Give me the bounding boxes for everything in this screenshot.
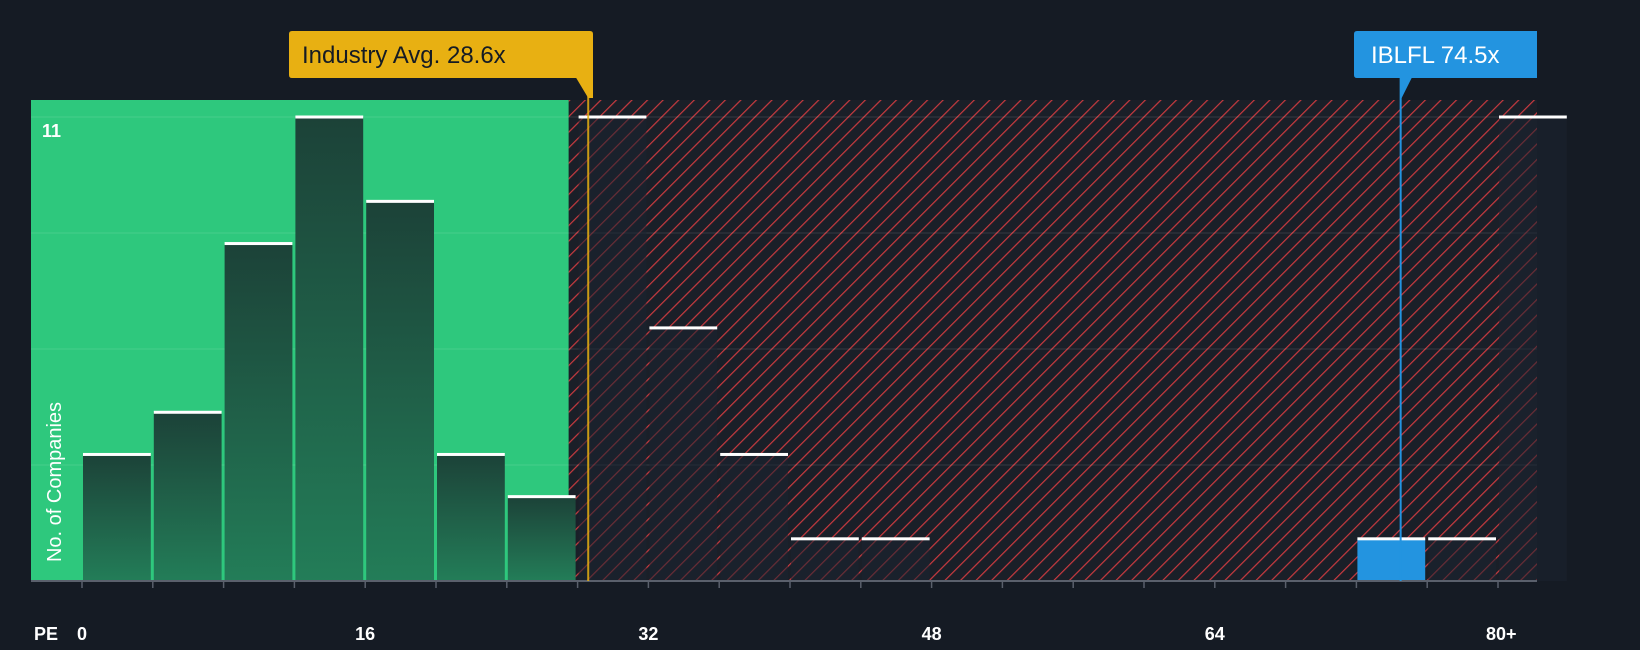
histogram-bar — [861, 538, 930, 581]
company-pe-label: IBLFL 74.5x — [1371, 42, 1500, 69]
histogram-bar — [1428, 538, 1496, 581]
histogram-bar-cap — [83, 452, 151, 456]
histogram-bar-cap — [366, 199, 434, 203]
histogram-bar — [507, 496, 576, 581]
histogram-bar — [83, 454, 151, 581]
histogram-bar — [1357, 538, 1426, 581]
histogram-bar — [791, 538, 859, 581]
histogram-bar — [437, 454, 505, 581]
histogram-bar-cap — [791, 537, 859, 541]
histogram-bar-cap — [507, 495, 576, 499]
histogram-bar — [366, 201, 434, 581]
histogram-bar-cap — [1357, 537, 1426, 541]
x-tick-label: 80+ — [1486, 624, 1517, 644]
histogram-bar-cap — [720, 452, 788, 456]
histogram-bar — [649, 327, 718, 581]
histogram-bar-cap — [295, 115, 364, 119]
histogram-bar — [224, 243, 293, 581]
x-tick-label: 64 — [1205, 624, 1225, 644]
histogram-bar-cap — [1499, 115, 1567, 119]
x-tick-label: 0 — [77, 624, 87, 644]
histogram-bar — [720, 454, 788, 581]
y-axis-label: No. of Companies — [44, 402, 66, 562]
histogram-bar — [295, 117, 364, 581]
histogram-bar — [1499, 117, 1567, 581]
histogram-bar-cap — [861, 537, 930, 541]
histogram-bar-cap — [437, 452, 505, 456]
industry-average-label: Industry Avg. 28.6x — [302, 42, 506, 69]
histogram-bar-cap — [649, 326, 718, 330]
histogram-bar-cap — [153, 410, 222, 414]
histogram-bar — [153, 412, 222, 581]
pe-distribution-chart: 0 16 32 48 64 80+ PE 11 No. of Companies Indu… — [0, 0, 1640, 650]
histogram-bar-cap — [224, 242, 293, 246]
x-tick-label: 16 — [355, 624, 375, 644]
histogram-bar-cap — [1428, 537, 1496, 541]
x-tick-label: 48 — [922, 624, 942, 644]
x-axis-label: PE — [34, 624, 58, 644]
y-axis-max-label: 11 — [42, 121, 61, 141]
x-tick-label: 32 — [638, 624, 658, 644]
